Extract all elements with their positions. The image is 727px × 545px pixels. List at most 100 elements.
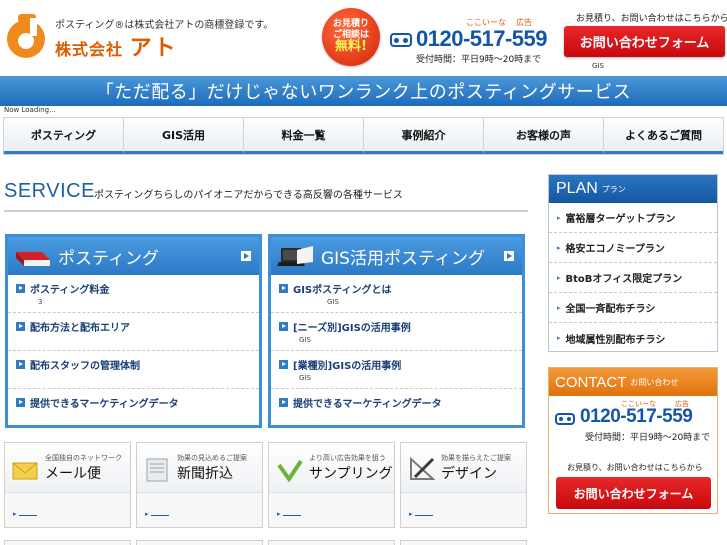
link-posting-price[interactable]: ポスティング料金: [30, 281, 109, 296]
row-sub-text: GIS: [299, 336, 311, 344]
list-item[interactable]: ポスティング料金 3: [8, 275, 259, 313]
arrow-right-icon: [504, 251, 514, 261]
posting-panel-title: ポスティング: [58, 248, 159, 269]
page: ポスティング®は株式会社アトの商標登録です。 株式会社 アト お見積り ご相談は…: [0, 0, 727, 545]
link-gis-posting[interactable]: GISポスティングとは: [293, 281, 392, 296]
card-header: 全国独自のネットワーク メール便: [5, 443, 130, 493]
contact-sidebar: CONTACT お問い合わせ ここいーな 広告 0120-517-559 受付時…: [548, 367, 718, 514]
card-title: 新聞折込: [177, 466, 233, 482]
estimate-note: お見積り、お問い合わせはこちらから: [576, 14, 727, 24]
posting-panel-header[interactable]: ポスティング: [8, 237, 259, 275]
contact-note: お見積り、お問い合わせはこちらから: [567, 463, 703, 472]
arrow-bullet-icon: [279, 284, 288, 293]
card-row-2-edge: [4, 540, 131, 545]
badge-line-1: お見積り: [332, 19, 369, 30]
card-header: より高い広告効果を狙う サンプリング: [269, 443, 394, 493]
card-note: 全国独自のネットワーク: [45, 454, 122, 462]
card-more-link[interactable]: [145, 509, 169, 518]
card-title: サンプリング: [309, 466, 393, 482]
row-sub-text: 3: [38, 298, 43, 306]
contact-phone-number[interactable]: 0120-517-559: [580, 406, 693, 428]
nav-item-cases[interactable]: 事例紹介: [364, 118, 484, 154]
free-dial-icon: [390, 33, 412, 47]
arrow-bullet-icon: [16, 398, 25, 407]
flyer-stack-icon: [16, 252, 50, 266]
contact-title: CONTACT: [555, 373, 627, 391]
company-logo-icon[interactable]: [4, 12, 48, 60]
card-design[interactable]: 効果を描らえたご提案 デザイン: [400, 442, 527, 528]
card-row-2-edge: [400, 540, 527, 545]
contact-header: CONTACT お問い合わせ: [549, 368, 717, 396]
plan-item-economy[interactable]: 格安エコノミープラン: [549, 233, 717, 263]
arrow-bullet-icon: [16, 322, 25, 331]
arrow-right-icon: [241, 251, 251, 261]
arrow-bullet-icon: [16, 360, 25, 369]
card-more-link[interactable]: [277, 509, 301, 518]
arrow-bullet-icon: [279, 360, 288, 369]
card-note: より高い広告効果を狙う: [309, 454, 386, 462]
plan-item-nationwide[interactable]: 全国一斉配布チラシ: [549, 293, 717, 323]
gis-corner-label: GIS: [592, 62, 604, 70]
card-header: 効果を描らえたご提案 デザイン: [401, 443, 526, 493]
phone-number[interactable]: 0120-517-559: [416, 26, 548, 52]
plan-item-regional[interactable]: 地域属性別配布チラシ: [549, 323, 717, 353]
card-sampling[interactable]: より高い広告効果を狙う サンプリング: [268, 442, 395, 528]
card-newspaper[interactable]: 効果の見込めるご提案 新聞折込: [136, 442, 263, 528]
link-marketing-data[interactable]: 提供できるマーケティングデータ: [30, 395, 179, 410]
plan-title-small: プラン: [601, 184, 626, 194]
plan-item-wealthy[interactable]: 富裕層ターゲットプラン: [549, 203, 717, 233]
list-item[interactable]: [業種別]GISの活用事例 GIS: [271, 351, 522, 389]
sidebar-contact-form-button[interactable]: お問い合わせフォーム: [556, 477, 711, 509]
contact-hours: 受付時間：平日9時～20時まで: [585, 433, 711, 443]
card-title: デザイン: [441, 466, 497, 482]
divider: [4, 210, 528, 212]
gis-panel-title: GIS活用ポスティング: [321, 248, 485, 269]
plan-item-btob[interactable]: BtoBオフィス限定プラン: [549, 263, 717, 293]
service-subtitle: ポスティングちらしのパイオニアだからできる高反響の各種サービス: [94, 190, 403, 201]
service-title: SERVICE: [4, 180, 95, 202]
plan-header: PLAN プラン: [549, 175, 717, 203]
company-prefix: 株式会社: [55, 40, 124, 59]
list-item[interactable]: 提供できるマーケティングデータ: [8, 389, 259, 427]
plan-sidebar: PLAN プラン 富裕層ターゲットプラン 格安エコノミープラン BtoBオフィス…: [548, 174, 718, 352]
laptop-icon: [277, 246, 313, 266]
nav-item-testimonials[interactable]: お客様の声: [484, 118, 604, 154]
phone-hours: 受付時間：平日9時～20時まで: [416, 55, 542, 65]
list-item[interactable]: 提供できるマーケティングデータ: [271, 389, 522, 427]
nav-item-posting[interactable]: ポスティング: [4, 118, 124, 154]
list-item[interactable]: 配布方法と配布エリア: [8, 313, 259, 351]
row-sub-text: GIS: [299, 374, 311, 382]
card-more-link[interactable]: [409, 509, 433, 518]
newspaper-icon: [146, 458, 168, 482]
list-item[interactable]: GISポスティングとは GIS: [271, 275, 522, 313]
company-brand: アト: [129, 36, 178, 61]
card-header: 効果の見込めるご提案 新聞折込: [137, 443, 262, 493]
nav-item-faq[interactable]: よくあるご質問: [604, 118, 723, 154]
link-gis-marketing-data[interactable]: 提供できるマーケティングデータ: [293, 395, 442, 410]
envelope-icon: [12, 462, 38, 480]
list-item[interactable]: 配布スタッフの管理体制: [8, 351, 259, 389]
company-name[interactable]: 株式会社 アト: [55, 30, 178, 62]
gis-panel: GIS活用ポスティング GISポスティングとは GIS [ニーズ別]GISの活用…: [268, 234, 525, 428]
card-mail[interactable]: 全国独自のネットワーク メール便: [4, 442, 131, 528]
list-item[interactable]: [ニーズ別]GISの活用事例 GIS: [271, 313, 522, 351]
badge-free: 無料!: [335, 38, 367, 54]
link-gis-industry-cases[interactable]: [業種別]GISの活用事例: [293, 357, 401, 372]
row-sub-text: GIS: [327, 298, 339, 306]
card-row-2-edge: [268, 540, 395, 545]
global-nav: ポスティング GIS活用 料金一覧 事例紹介 お客様の声 よくあるご質問: [3, 117, 724, 155]
contact-form-button[interactable]: お問い合わせフォーム: [564, 26, 725, 57]
gis-panel-header[interactable]: GIS活用ポスティング: [271, 237, 522, 275]
hero-banner: 「ただ配る」だけじゃないワンランク上のポスティングサービス: [0, 76, 727, 106]
card-note: 効果を描らえたご提案: [441, 454, 511, 462]
link-distribution-area[interactable]: 配布方法と配布エリア: [30, 319, 130, 334]
nav-item-gis[interactable]: GIS活用: [124, 118, 244, 154]
card-row-2-edge: [136, 540, 263, 545]
trademark-note: ポスティング®は株式会社アトの商標登録です。: [55, 20, 274, 31]
link-gis-needs-cases[interactable]: [ニーズ別]GISの活用事例: [293, 319, 411, 334]
card-more-link[interactable]: [13, 509, 37, 518]
card-title: メール便: [45, 466, 101, 482]
loading-text: Now Loading...: [4, 106, 56, 114]
link-staff-management[interactable]: 配布スタッフの管理体制: [30, 357, 140, 372]
nav-item-pricing[interactable]: 料金一覧: [244, 118, 364, 154]
